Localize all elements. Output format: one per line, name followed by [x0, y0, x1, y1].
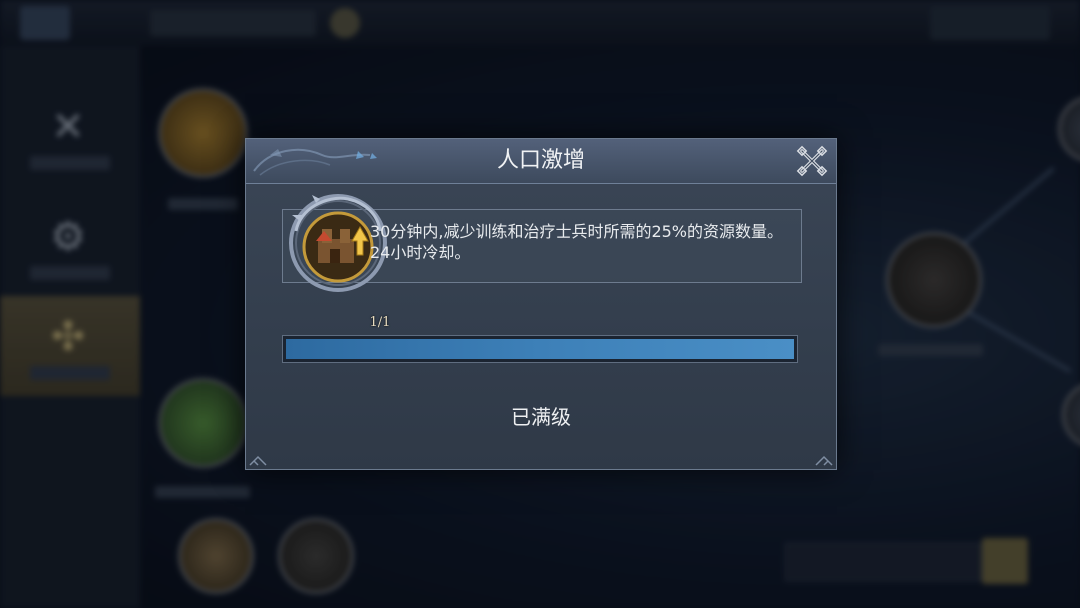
- dialog-title: 人口激增: [496, 148, 585, 173]
- skill-description: 30分钟内,减少训练和治疗士兵时所需的25%的资源数量。24小时冷却。: [370, 222, 784, 262]
- corner-ornament-icon: [249, 455, 267, 466]
- corner-ornament-icon: [815, 455, 833, 466]
- skill-progress-bar: [282, 335, 798, 363]
- dialog-header: 人口激增: [246, 139, 836, 184]
- max-level-status: 已满级: [511, 405, 571, 429]
- skill-progress-fill: [286, 339, 794, 359]
- close-icon[interactable]: [796, 145, 828, 177]
- skill-dialog: 人口激增 1/1 30分钟内,减少训练和治疗士兵时所需的25%的资源数量。24小…: [245, 138, 837, 470]
- skill-level-label: 1/1: [369, 315, 391, 330]
